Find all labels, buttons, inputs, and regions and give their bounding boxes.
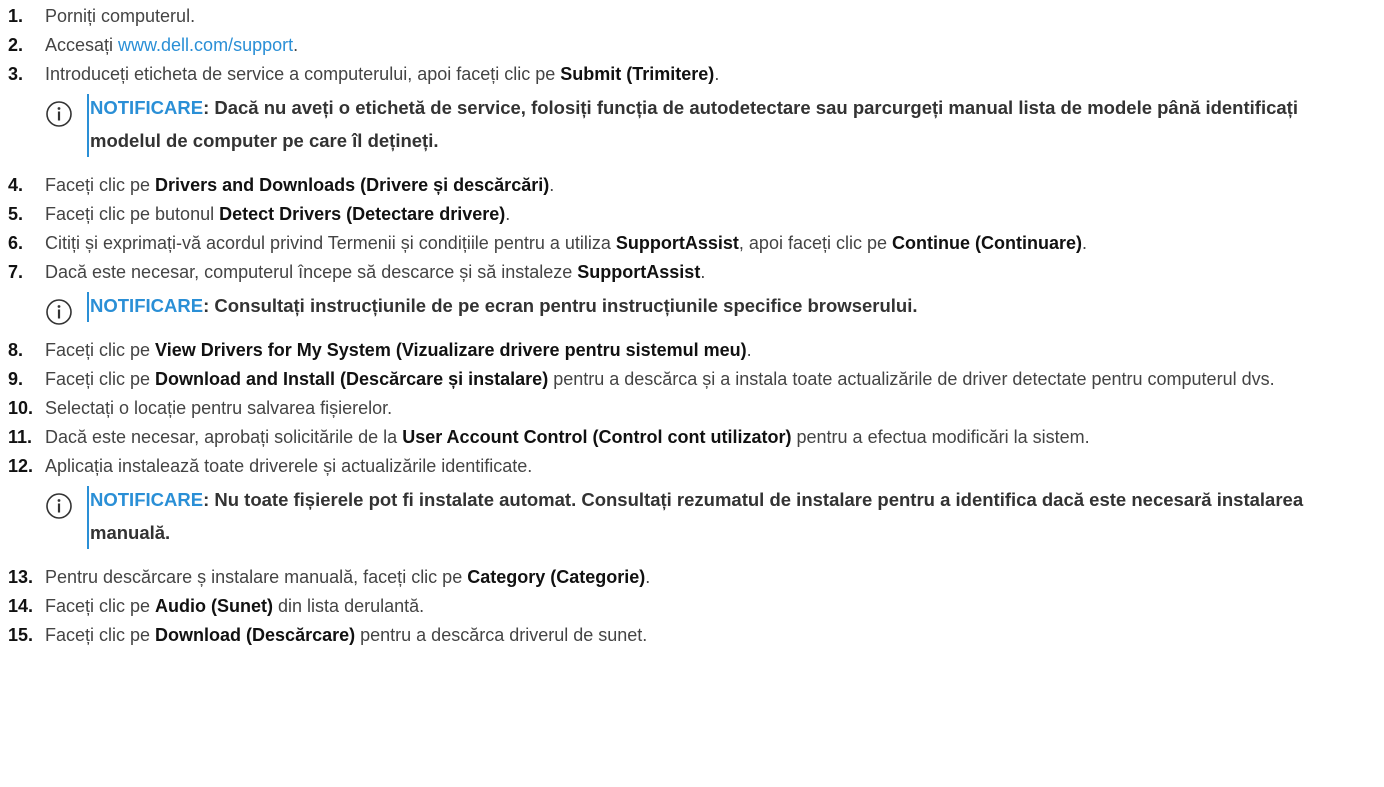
step-number: 8. bbox=[8, 340, 24, 360]
step-text: Faceți clic pe Audio (Sunet) din lista d… bbox=[45, 596, 425, 616]
step-number: 9. bbox=[8, 369, 24, 389]
note-label: NOTIFICARE bbox=[90, 295, 204, 316]
step-number: 4. bbox=[8, 175, 24, 195]
info-circle-icon bbox=[46, 101, 72, 127]
step-5: 5. Faceți clic pe butonul Detect Drivers… bbox=[0, 202, 1384, 227]
note-text: NOTIFICARE: Consultați instrucțiunile de… bbox=[90, 295, 918, 316]
step-13: 13. Pentru descărcare ș instalare manual… bbox=[0, 565, 1384, 590]
step-number: 5. bbox=[8, 204, 24, 224]
step-number: 12. bbox=[8, 456, 34, 476]
step-text: Faceți clic pe Drivers and Downloads (Dr… bbox=[45, 175, 555, 195]
step-9: 9. Faceți clic pe Download and Install (… bbox=[0, 367, 1384, 392]
step-text: Porniți computerul. bbox=[45, 6, 196, 26]
step-text: Faceți clic pe Download and Install (Des… bbox=[45, 369, 1275, 389]
step-1: 1. Porniți computerul. bbox=[0, 4, 1384, 29]
step-number: 14. bbox=[8, 596, 34, 616]
step-12: 12. Aplicația instalează toate driverele… bbox=[0, 454, 1384, 479]
step-number: 13. bbox=[8, 567, 34, 587]
step-text: Accesați www.dell.com/support. bbox=[45, 35, 299, 55]
note-divider bbox=[87, 94, 89, 157]
step-text: Faceți clic pe View Drivers for My Syste… bbox=[45, 340, 752, 360]
step-4: 4. Faceți clic pe Drivers and Downloads … bbox=[0, 173, 1384, 198]
step-number: 1. bbox=[8, 6, 24, 26]
note-text: NOTIFICARE: Dacă nu aveți o etichetă de … bbox=[90, 97, 1298, 151]
step-text: Citiți și exprimați-vă acordul privind T… bbox=[45, 233, 1088, 253]
step-number: 15. bbox=[8, 625, 34, 645]
step-text: Faceți clic pe butonul Detect Drivers (D… bbox=[45, 204, 511, 224]
step-8: 8. Faceți clic pe View Drivers for My Sy… bbox=[0, 338, 1384, 363]
instructions-document: 1. Porniți computerul. 2. Accesați www.d… bbox=[0, 0, 1384, 648]
info-circle-icon bbox=[46, 299, 72, 325]
step-number: 3. bbox=[8, 64, 24, 84]
step-text: Aplicația instalează toate driverele și … bbox=[45, 456, 533, 476]
note-manual-install: NOTIFICARE: Nu toate fișierele pot fi in… bbox=[45, 483, 1384, 549]
step-2: 2. Accesați www.dell.com/support. bbox=[0, 33, 1384, 58]
info-circle-icon bbox=[46, 493, 72, 519]
step-11: 11. Dacă este necesar, aprobați solicită… bbox=[0, 425, 1384, 450]
note-service-tag: NOTIFICARE: Dacă nu aveți o etichetă de … bbox=[45, 91, 1384, 157]
step-number: 2. bbox=[8, 35, 24, 55]
step-text: Dacă este necesar, computerul începe să … bbox=[45, 262, 706, 282]
step-text: Selectați o locație pentru salvarea fiși… bbox=[45, 398, 393, 418]
step-6: 6. Citiți și exprimați-vă acordul privin… bbox=[0, 231, 1384, 256]
note-label: NOTIFICARE bbox=[90, 489, 204, 510]
dell-support-link[interactable]: www.dell.com/support bbox=[118, 35, 293, 55]
step-text: Introduceți eticheta de service a comput… bbox=[45, 64, 720, 84]
step-10: 10. Selectați o locație pentru salvarea … bbox=[0, 396, 1384, 421]
step-text: Dacă este necesar, aprobați solicitările… bbox=[45, 427, 1090, 447]
step-7: 7. Dacă este necesar, computerul începe … bbox=[0, 260, 1384, 285]
note-browser: NOTIFICARE: Consultați instrucțiunile de… bbox=[45, 289, 1384, 325]
step-15: 15. Faceți clic pe Download (Descărcare)… bbox=[0, 623, 1384, 648]
step-number: 11. bbox=[8, 427, 33, 447]
step-14: 14. Faceți clic pe Audio (Sunet) din lis… bbox=[0, 594, 1384, 619]
step-number: 7. bbox=[8, 262, 24, 282]
step-text: Faceți clic pe Download (Descărcare) pen… bbox=[45, 625, 648, 645]
step-3: 3. Introduceți eticheta de service a com… bbox=[0, 62, 1384, 87]
step-text: Pentru descărcare ș instalare manuală, f… bbox=[45, 567, 651, 587]
note-divider bbox=[87, 292, 89, 322]
step-number: 10. bbox=[8, 398, 34, 418]
note-label: NOTIFICARE bbox=[90, 97, 204, 118]
note-divider bbox=[87, 486, 89, 549]
note-text: NOTIFICARE: Nu toate fișierele pot fi in… bbox=[90, 489, 1304, 543]
step-number: 6. bbox=[8, 233, 24, 253]
